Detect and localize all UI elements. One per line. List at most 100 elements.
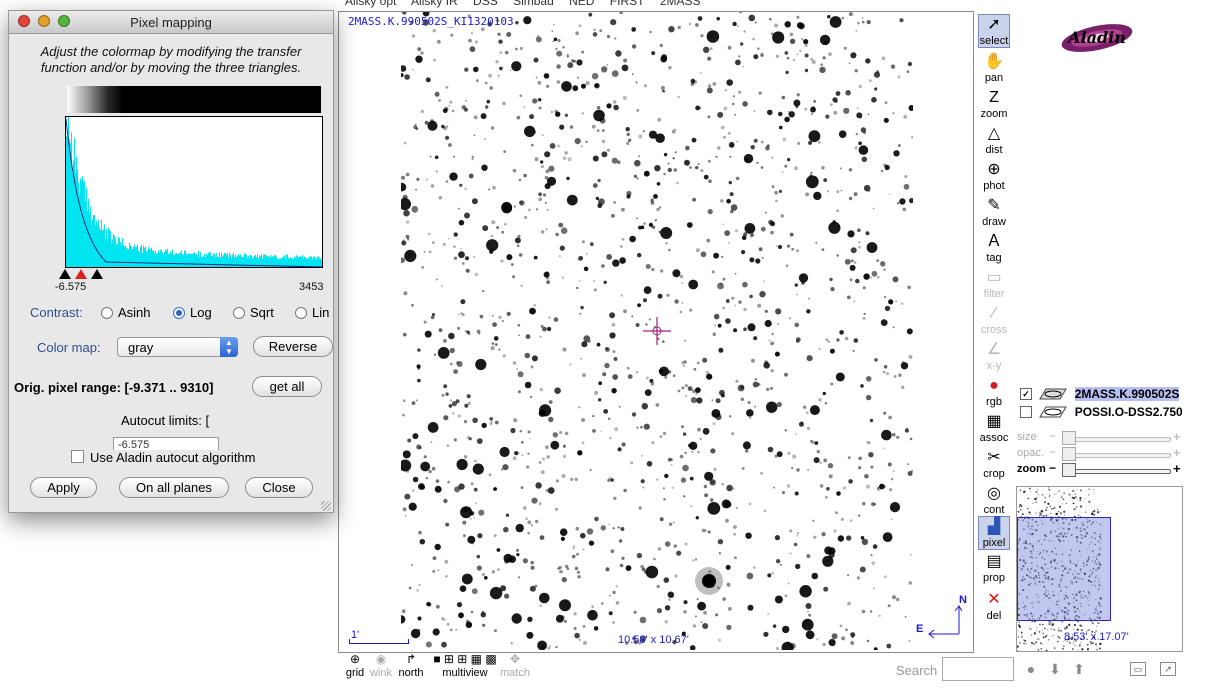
overview-view-rect[interactable] (1017, 517, 1111, 621)
tool-label: tag (986, 252, 1002, 264)
tool-del-button[interactable]: ✕ del (978, 590, 1010, 622)
resize-grip-icon[interactable] (321, 501, 331, 511)
aladin-autocut-label: Use Aladin autocut algorithm (90, 450, 256, 465)
grid-icon: ⊕ (349, 652, 361, 666)
tool-draw-button[interactable]: ✎ draw (978, 196, 1010, 228)
tool-label: x-y (986, 360, 1002, 372)
overview-size-label: 8.53' x 17.07' (1064, 631, 1129, 643)
tool-label: phot (983, 180, 1005, 192)
on-all-planes-button[interactable]: On all planes (119, 477, 229, 498)
range-min-label: -6.575 (55, 281, 87, 293)
window-icon[interactable]: ▭ (1130, 662, 1146, 676)
plane-item[interactable]: ✓ 2MASS.K.990502S (1020, 386, 1182, 404)
multiview-label: multiview (442, 667, 488, 679)
plane-name: POSSI.O-DSS2.750 (1074, 404, 1182, 419)
contrast-log-radio[interactable]: Log (173, 305, 212, 320)
menu-item-2mass[interactable]: 2MASS (660, 0, 701, 8)
tool-label: cross (980, 324, 1008, 336)
contrast-lin-radio[interactable]: Lin (295, 305, 329, 320)
plane-name: 2MASS.K.990502S (1074, 386, 1180, 401)
aladin-logo: Aladin (1061, 24, 1133, 52)
middle-triangle[interactable] (75, 269, 87, 279)
autocut-limits-label: Autocut limits: [ (121, 413, 210, 428)
overview-panel[interactable] (1016, 486, 1183, 652)
plane-checkbox[interactable] (1020, 405, 1032, 418)
autocut-min-field[interactable]: -6.575 (113, 437, 219, 450)
dist-icon: △ (987, 125, 1001, 142)
view-title: 2MASS.K.990502S_KI1320103 (348, 15, 514, 28)
tool-rgb-button[interactable]: ● rgb (978, 376, 1010, 408)
match-button[interactable]: ✥ match (498, 652, 532, 679)
grid-button[interactable]: ⊕ grid (342, 652, 368, 679)
image-viewer[interactable]: 2MASS.K.990502S_KI1320103 1' 10.58' x 10… (338, 11, 974, 653)
aladin-autocut-checkbox[interactable] (71, 450, 84, 463)
tag-icon: Ａ (985, 233, 1002, 250)
match-icon: ✥ (509, 652, 521, 666)
search-input[interactable] (942, 657, 1014, 681)
external-window-icon[interactable]: ↗ (1160, 662, 1176, 676)
eye-icon: ◉ (375, 652, 387, 666)
aladin-autocut-option[interactable]: Use Aladin autocut algorithm (71, 450, 255, 465)
size-slider[interactable]: size − + (1017, 429, 1182, 445)
tool-x-y-button[interactable]: ∠ x-y (978, 340, 1010, 372)
zoom-icon: Z (989, 89, 999, 106)
pixel-icon: ▟ (987, 518, 1001, 535)
tool-dist-button[interactable]: △ dist (978, 124, 1010, 156)
tool-label: zoom (980, 108, 1008, 120)
tool-label: assoc (979, 432, 1009, 444)
plane-item[interactable]: POSSI.O-DSS2.750 (1020, 404, 1182, 422)
compass-icon (928, 605, 963, 638)
hand-icon: ✋ (984, 53, 1004, 70)
cross-icon: ⁄ (992, 305, 996, 322)
tool-pan-button[interactable]: ✋ pan (978, 52, 1010, 84)
arrow-down-icon[interactable]: ⬇ (1046, 660, 1064, 678)
north-button[interactable]: ↱ north (396, 652, 426, 679)
multiview-button[interactable]: ■ ⊞ ⊞ ▦ ▩ multiview (430, 652, 500, 679)
tool-pixel-button[interactable]: ▟ pixel (978, 516, 1010, 550)
arrow-up-icon[interactable]: ⬆ (1070, 660, 1088, 678)
pixel-mapping-dialog: Pixel mapping Adjust the colormap by mod… (8, 10, 334, 513)
tool-assoc-button[interactable]: ▦ assoc (978, 412, 1010, 444)
close-button[interactable]: Close (245, 477, 313, 498)
tool-cross-button[interactable]: ⁄ cross (978, 304, 1010, 336)
tool-cont-button[interactable]: ◎ cont (978, 484, 1010, 516)
menu-item-first[interactable]: FIRST (610, 0, 645, 8)
menu-item-simbad[interactable]: Simbad (513, 0, 554, 8)
tool-label: prop (982, 572, 1006, 584)
tool-select-button[interactable]: ➚ select (978, 14, 1010, 48)
colormap-preview (67, 86, 321, 113)
get-all-button[interactable]: get all (252, 376, 322, 397)
plane-checkbox[interactable]: ✓ (1020, 387, 1032, 400)
logo-text: Aladin (1066, 28, 1126, 47)
record-icon[interactable]: ● (1022, 660, 1040, 678)
zoom-slider[interactable]: zoom − + (1017, 461, 1182, 477)
reverse-button[interactable]: Reverse (253, 336, 333, 357)
contrast-sqrt-radio[interactable]: Sqrt (233, 305, 274, 320)
tool-label: select (979, 35, 1009, 47)
tool-phot-button[interactable]: ⊕ phot (978, 160, 1010, 192)
menu-item-allsky-opt[interactable]: Allsky opt (345, 0, 396, 8)
menu-item-ned[interactable]: NED (569, 0, 594, 8)
tool-zoom-button[interactable]: Zzoom (978, 88, 1010, 120)
min-cut-triangle[interactable] (59, 269, 71, 279)
tool-tag-button[interactable]: Ａtag (978, 232, 1010, 264)
menu-item-allsky-ir[interactable]: Allsky IR (411, 0, 458, 8)
image-plane-icon (1039, 388, 1068, 400)
compass-east-label: E (916, 623, 924, 635)
tool-crop-button[interactable]: ✂ crop (978, 448, 1010, 480)
film-icon: ▦ (986, 413, 1002, 430)
tool-prop-button[interactable]: ▤ prop (978, 552, 1010, 584)
colormap-select[interactable]: gray ▲ ▼ (117, 337, 238, 357)
max-cut-triangle[interactable] (91, 269, 103, 279)
wink-button[interactable]: ◉ wink (368, 652, 394, 679)
tool-label: pan (984, 72, 1004, 84)
opacity-slider[interactable]: opac. − + (1017, 445, 1182, 461)
menu-item-dss[interactable]: DSS (473, 0, 498, 8)
contrast-asinh-radio[interactable]: Asinh (101, 305, 151, 320)
dialog-titlebar[interactable]: Pixel mapping (9, 11, 333, 34)
tool-filter-button[interactable]: ▭ filter (978, 268, 1010, 300)
histogram[interactable] (65, 116, 323, 268)
opacity-slider-label: opac. (1017, 447, 1044, 459)
colormap-value: gray (128, 340, 154, 355)
apply-button[interactable]: Apply (30, 477, 97, 498)
